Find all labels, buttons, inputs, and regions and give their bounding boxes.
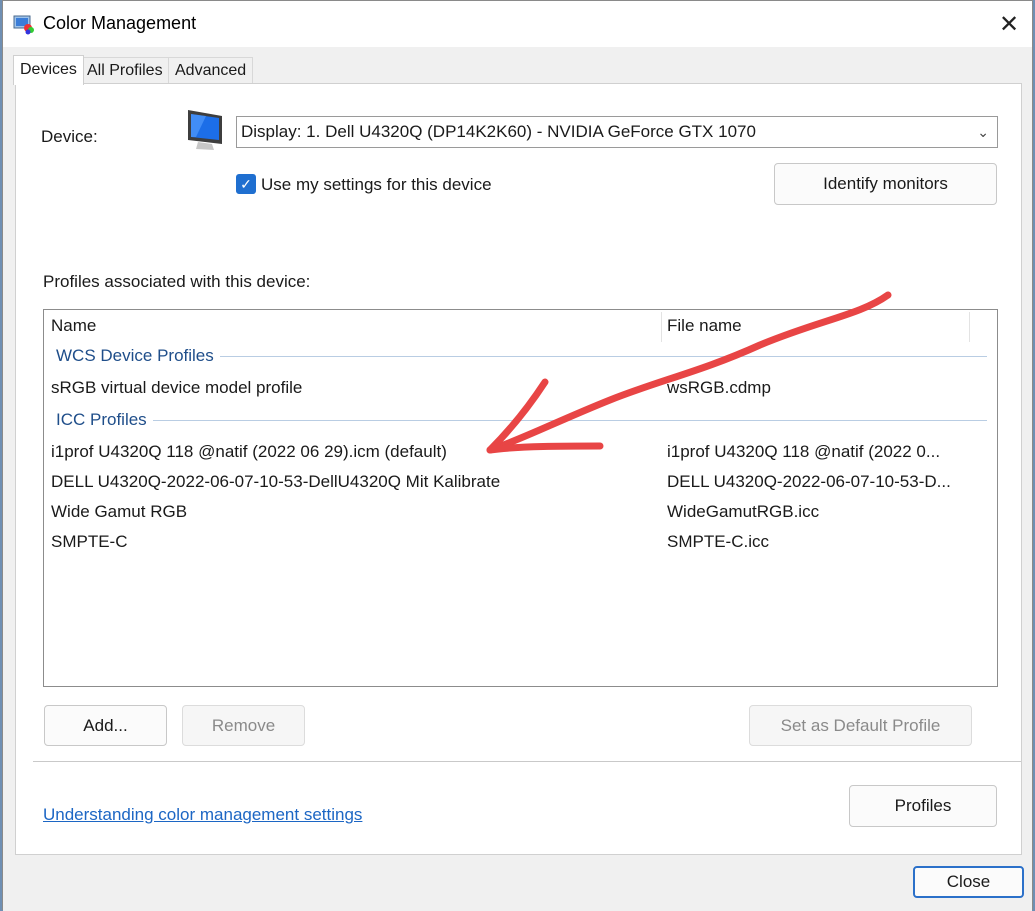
profile-file-name: wsRGB.cdmp [667,378,771,397]
tab-devices[interactable]: Devices [13,55,84,85]
profile-file-name: WideGamutRGB.icc [667,502,820,521]
device-dropdown[interactable]: Display: 1. Dell U4320Q (DP14K2K60) - NV… [236,116,998,148]
profiles-list: Name File name WCS Device Profiles sRGB … [43,309,998,687]
title-bar: Color Management ✕ [3,1,1032,47]
dialog-footer [3,857,1032,911]
column-separator[interactable] [969,312,970,342]
device-dropdown-value: Display: 1. Dell U4320Q (DP14K2K60) - NV… [241,122,756,141]
footer-divider [33,761,1021,762]
set-default-profile-button[interactable]: Set as Default Profile [749,705,972,746]
group-divider [56,420,987,421]
color-management-window: Color Management ✕ Devices All Profiles … [2,0,1033,911]
profile-name: i1prof U4320Q 118 @natif (2022 06 29).ic… [51,442,447,461]
remove-button[interactable]: Remove [182,705,305,746]
chevron-down-icon: ⌄ [977,124,989,140]
window-title: Color Management [43,13,197,33]
profile-file-name: i1prof U4320Q 118 @natif (2022 0... [667,442,941,461]
color-management-app-icon [13,15,34,35]
close-button[interactable]: Close [913,866,1024,898]
column-header-name[interactable]: Name [51,316,96,336]
profile-file-name: SMPTE-C.icc [667,532,769,551]
use-my-settings-label: Use my settings for this device [261,175,492,194]
profile-name: sRGB virtual device model profile [51,378,303,397]
profile-name: SMPTE-C [51,532,128,551]
group-label-icc: ICC Profiles [56,410,153,430]
column-separator[interactable] [661,312,662,342]
use-my-settings-checkbox[interactable]: ✓ [236,174,256,194]
profile-name: Wide Gamut RGB [51,502,188,521]
profiles-button[interactable]: Profiles [849,785,997,827]
profiles-section-label: Profiles associated with this device: [43,272,311,291]
identify-monitors-button[interactable]: Identify monitors [774,163,997,205]
tab-all-profiles[interactable]: All Profiles [80,57,170,83]
profile-name: DELL U4320Q-2022-06-07-10-53-DellU4320Q … [51,472,501,491]
devices-tab-panel: Device: Display: 1. Dell U4320Q (DP14K2K… [15,83,1022,855]
column-header-file-name[interactable]: File name [667,316,742,336]
device-label: Device: [41,127,98,146]
monitor-icon [188,110,222,150]
help-link[interactable]: Understanding color management settings [43,805,362,825]
add-button[interactable]: Add... [44,705,167,746]
group-label-wcs: WCS Device Profiles [56,346,220,366]
profile-file-name: DELL U4320Q-2022-06-07-10-53-D... [667,472,951,491]
tab-advanced[interactable]: Advanced [168,57,254,83]
window-close-icon[interactable]: ✕ [986,1,1032,47]
